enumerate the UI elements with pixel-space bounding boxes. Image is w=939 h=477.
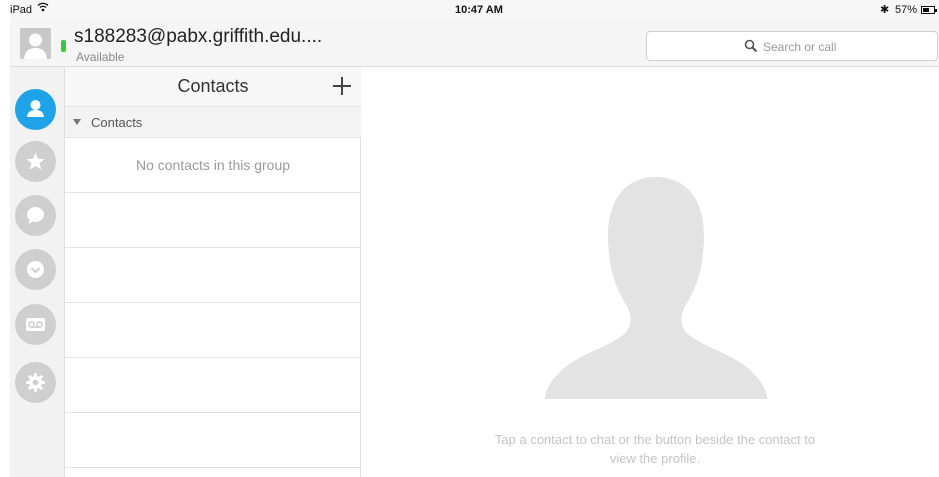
wifi-icon [37,1,49,16]
collapse-triangle-icon [73,119,81,125]
status-time: 10:47 AM [455,4,503,16]
group-label: Contacts [91,115,143,130]
avatar-person-icon [24,33,47,59]
add-contact-button[interactable] [327,71,357,101]
list-item [65,303,361,358]
nav-voicemail-button[interactable] [15,304,56,345]
nav-favorites-button[interactable] [15,141,56,182]
recents-icon [27,261,44,278]
user-status[interactable]: Available [76,50,124,64]
status-bar: iPad 10:47 AM ✱ 57% [10,0,939,20]
battery-icon [921,6,937,14]
contact-detail-area: Tap a contact to chat or the button besi… [361,67,939,477]
bluetooth-icon: ✱ [880,4,890,16]
empty-group-message: No contacts in this group [135,157,291,173]
search-input[interactable] [763,38,913,56]
list-item [65,358,361,413]
list-item [65,248,361,303]
left-margin [0,0,10,477]
contacts-panel: Contacts Contacts No contacts in this gr… [65,67,361,477]
battery-fill [923,8,929,12]
chat-icon [27,207,44,224]
search-box[interactable] [646,31,938,61]
nav-contacts-button[interactable] [15,89,56,130]
list-item [65,193,361,248]
search-icon [744,39,758,53]
contacts-panel-header: Contacts [65,67,361,106]
device-name: iPad [10,4,33,16]
username[interactable]: s188283@pabx.griffith.edu.... [74,26,322,48]
presence-indicator [61,40,66,52]
voicemail-icon [26,318,45,331]
settings-gear-icon [26,373,45,392]
app-header: s188283@pabx.griffith.edu.... Available [10,20,939,67]
contacts-icon [27,100,44,117]
nav-chat-button[interactable] [15,195,56,236]
avatar[interactable] [20,28,51,59]
list-item [65,413,361,468]
nav-settings-button[interactable] [15,362,56,403]
nav-recents-button[interactable] [15,249,56,290]
empty-detail-hint: Tap a contact to chat or the button besi… [494,432,816,466]
list-item: No contacts in this group [65,138,361,193]
contacts-group-header[interactable]: Contacts [65,106,361,138]
plus-icon [333,77,351,95]
person-placeholder-icon [545,177,767,399]
nav-rail [10,67,65,477]
battery-percent: 57% [895,4,918,16]
favorites-star-icon [26,152,45,170]
contacts-title: Contacts [177,76,249,96]
